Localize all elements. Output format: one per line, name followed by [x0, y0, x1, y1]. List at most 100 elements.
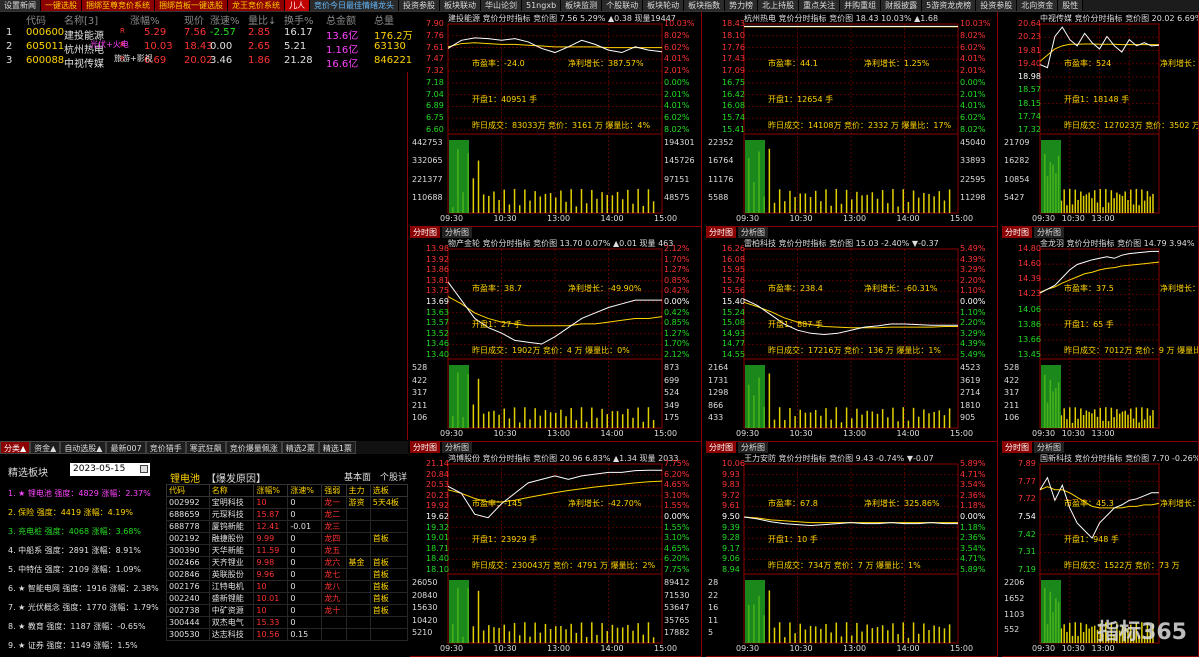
menu-tab[interactable]: 北向资金 [1017, 0, 1058, 12]
menu-tab[interactable]: 重点关注 [799, 0, 840, 12]
volume-bar [493, 411, 495, 428]
volume-tick: 211 [412, 401, 427, 410]
bottom-tab[interactable]: 资金▲ [30, 441, 60, 454]
table-header[interactable]: 强弱 [322, 485, 346, 497]
menu-tab[interactable]: 华山论剑 [481, 0, 522, 12]
stock-detail-button[interactable]: 个股详 [380, 470, 407, 483]
table-header[interactable]: 代码 [167, 485, 210, 497]
table-row[interactable]: 002992宝明科技100龙一游资5天4板 [167, 497, 408, 509]
menu-tab[interactable]: 竞价今日最佳情绪龙头 [310, 0, 399, 12]
sector-item[interactable]: 8. ★ 教育 强度：1187 涨幅：-0.65% [8, 621, 146, 632]
col-amt[interactable]: 总金额 [326, 12, 356, 27]
calendar-icon[interactable] [140, 465, 148, 473]
bottom-tab[interactable]: 竞价猎手 [146, 441, 186, 454]
date-picker[interactable]: 2023-05-15 [70, 463, 150, 476]
bottom-tab[interactable]: 寒武狂飙 [186, 441, 226, 454]
table-header[interactable]: 名称 [209, 485, 254, 497]
table-header[interactable]: 涨幅% [254, 485, 288, 497]
col-code[interactable]: 代码 [26, 12, 46, 27]
price-tick: 13.57 [426, 318, 449, 327]
volume-bar [1097, 417, 1099, 428]
sector-item[interactable]: 6. ★ 智能电网 强度：1916 涨幅：2.38% [8, 583, 159, 594]
menu-tab[interactable]: 龙王竞价系统 [228, 0, 285, 12]
watchlist-row[interactable]: 3600088中视传媒6.6920.023.461.8621.2816.6亿84… [0, 55, 408, 69]
table-row[interactable]: 002192融捷股份9.990龙四首板 [167, 533, 408, 545]
bottom-tab[interactable]: 最新007 [106, 441, 145, 454]
menu-tab[interactable]: 一键选股 [41, 0, 82, 12]
menu-tab[interactable]: 捆绑首板一键选股 [155, 0, 228, 12]
bottom-tab[interactable]: 分类▲ [0, 441, 30, 454]
watchlist-row[interactable]: 1000600建投能源5.297.56-2.572.8516.1713.6亿17… [0, 27, 408, 41]
sector-item[interactable]: 4. 中船系 强度：2891 涨幅：8.91% [8, 545, 141, 556]
table-header[interactable]: 涨速% [288, 485, 322, 497]
volume-bar [1088, 629, 1090, 643]
col-vr[interactable]: 量比↓ [248, 12, 276, 27]
sector-item[interactable]: 3. 充电桩 强度：4068 涨幅：3.68% [8, 526, 141, 537]
volume-bar [825, 189, 827, 213]
col-price[interactable]: 现价 [184, 12, 204, 27]
col-turn[interactable]: 换手% [284, 12, 314, 27]
bottom-tab[interactable]: 精选2票 [282, 441, 319, 454]
menu-tab[interactable]: 板块联动 [440, 0, 481, 12]
col-vol[interactable]: 总量 [374, 12, 394, 27]
menu-tab[interactable]: 并购重组 [840, 0, 881, 12]
volume-bar [923, 623, 925, 643]
menu-tab[interactable]: 板块轮动 [643, 0, 684, 12]
table-header[interactable]: 选板 [370, 485, 407, 497]
table-cell: 0 [288, 617, 322, 629]
watchlist-row[interactable]: 2605011杭州热电10.0318.430.002.655.211.16亿63… [0, 41, 408, 55]
bottom-tab[interactable]: 精选1票 [319, 441, 356, 454]
volume-tick-right: 1810 [960, 401, 980, 410]
col-speed[interactable]: 涨速% [210, 12, 240, 27]
volume-bar [794, 197, 796, 213]
table-row[interactable]: 002846英联股份9.960龙七首板 [167, 569, 408, 581]
table-row[interactable]: 002466天齐锂业9.980龙六基金首板 [167, 557, 408, 569]
sector-item[interactable]: 2. 保险 强度：4419 涨幅：4.19% [8, 507, 133, 518]
fundamentals-button[interactable]: 基本面 [344, 470, 371, 483]
menu-tab[interactable]: 设置新闻 [0, 0, 41, 12]
sector-item[interactable]: 5. 中特估 强度：2109 涨幅：1.09% [8, 564, 141, 575]
menu-tab[interactable]: 51ngxb [522, 0, 561, 12]
menu-tab[interactable]: 儿人 [285, 0, 310, 12]
bottom-tab[interactable]: 竞价爆量佩涨 [226, 441, 282, 454]
menu-tab[interactable]: 个股联动 [602, 0, 643, 12]
col-name[interactable]: 名称[3] [64, 12, 98, 27]
menu-tab[interactable]: 板块监测 [561, 0, 602, 12]
stock-code: 000600 [26, 27, 64, 38]
volume-bar [1111, 408, 1113, 428]
menu-tab[interactable]: 板块指数 [684, 0, 725, 12]
table-header[interactable]: 主力 [346, 485, 370, 497]
table-row[interactable]: 300390天华新能11.590龙五 [167, 545, 408, 557]
bottom-tab[interactable]: 自动选股▲ [60, 441, 106, 454]
table-row[interactable]: 300530达志科技10.560.15 [167, 629, 408, 641]
stock-code: 605011 [26, 41, 64, 52]
price-tick: 18.43 [722, 19, 745, 28]
table-row[interactable]: 688778厦钨新能12.41-0.01龙三 [167, 521, 408, 533]
col-pct[interactable]: 涨幅% [130, 12, 160, 27]
table-row[interactable]: 300444双杰电气15.330 [167, 617, 408, 629]
pct-tick: 2.12% [664, 350, 689, 359]
sector-item[interactable]: 1. ★ 锂电池 强度：4829 涨幅：2.37% [8, 488, 151, 499]
table-row[interactable]: 002738中矿资源100龙十首板 [167, 605, 408, 617]
volume-bar [596, 199, 598, 213]
menu-tab[interactable]: 5游资龙虎榜 [922, 0, 976, 12]
menu-tab[interactable]: 投资参股 [399, 0, 440, 12]
sector-item[interactable]: 7. ★ 光伏概念 强度：1770 涨幅：1.79% [8, 602, 159, 613]
volume-bar [607, 195, 609, 213]
menu-tab[interactable]: 北上持股 [758, 0, 799, 12]
pct-tick: 3.54% [960, 544, 985, 553]
menu-tab[interactable]: 财报披露 [881, 0, 922, 12]
table-cell: 9.98 [254, 557, 288, 569]
volume-bar [939, 627, 941, 643]
sector-item[interactable]: 9. ★ 证券 强度：1149 涨幅：1.5% [8, 640, 138, 651]
price-tick: 7.76 [426, 31, 444, 40]
menu-tab[interactable]: 投资参股 [976, 0, 1017, 12]
menu-tab[interactable]: 股性 [1058, 0, 1083, 12]
menu-tab[interactable]: 捆绑至尊竞价系统 [82, 0, 155, 12]
table-row[interactable]: 002176江特电机100龙八首板 [167, 581, 408, 593]
table-row[interactable]: 688659元琛科技15.870龙二 [167, 509, 408, 521]
table-row[interactable]: 002240盛新锂能10.010龙九首板 [167, 593, 408, 605]
menu-tab[interactable]: 势力榜 [725, 0, 758, 12]
pct-tick: 2.20% [960, 276, 985, 285]
table-cell: 002992 [167, 497, 210, 509]
